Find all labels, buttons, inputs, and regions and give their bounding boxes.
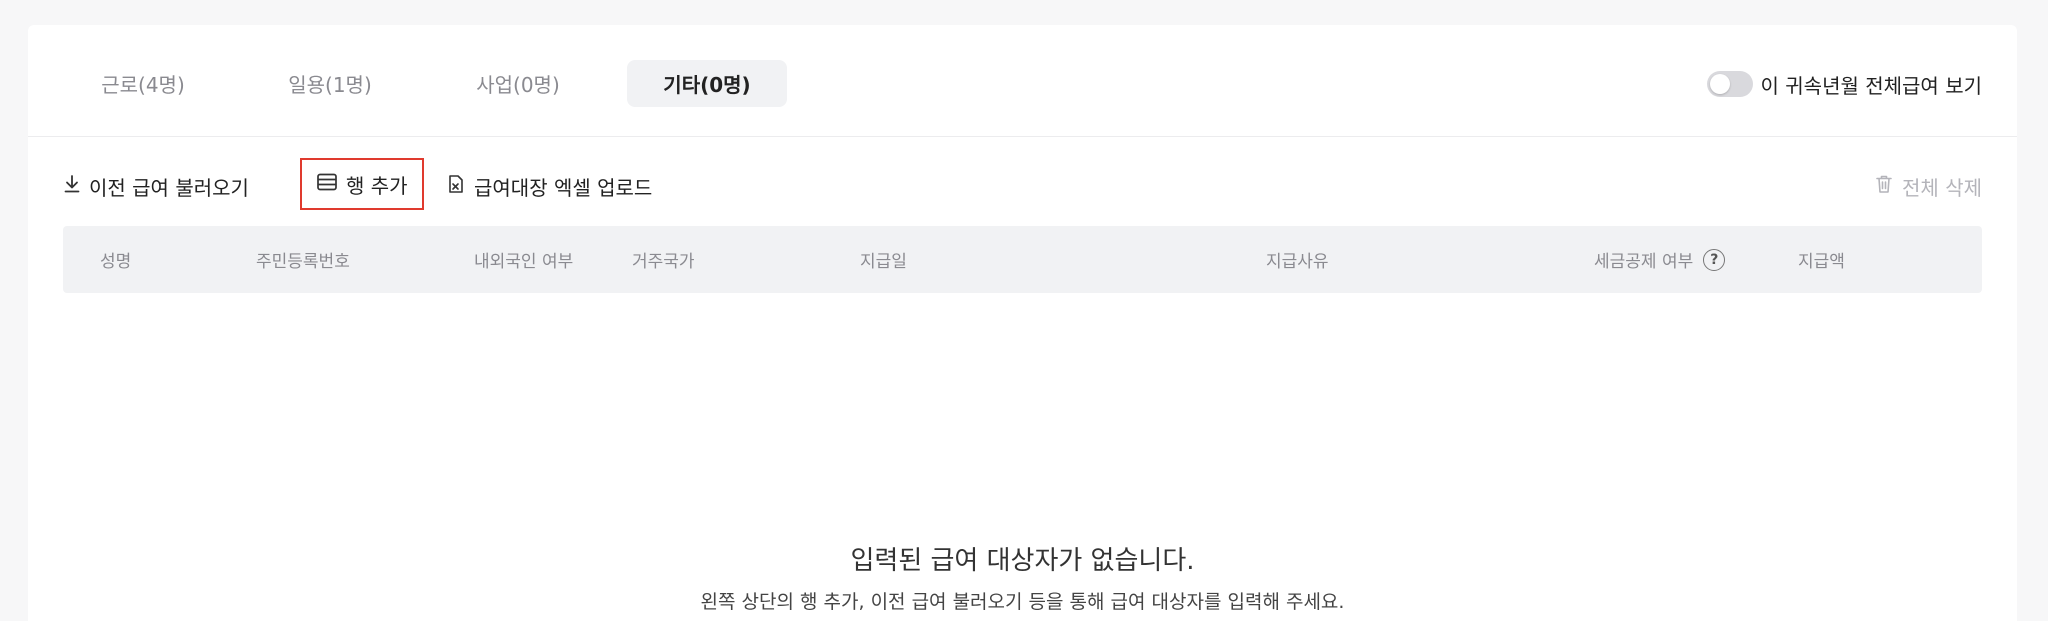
excel-upload-button[interactable]: 급여대장 엑셀 업로드	[446, 166, 652, 206]
employment-type-tabs: 근로(4명) 일용(1명) 사업(0명) 기타(0명) 이 귀속년월 전체급여 …	[28, 25, 2017, 137]
column-header-tax-deduction: 세금공제 여부 ?	[1594, 226, 1726, 293]
show-all-payroll-toggle-group: 이 귀속년월 전체급여 보기	[1706, 67, 1982, 101]
column-header-name: 성명	[100, 252, 132, 272]
column-header-residence-country: 거주국가	[632, 252, 695, 272]
excel-file-icon	[446, 173, 466, 200]
column-header-amount: 지급액	[1798, 252, 1845, 272]
empty-state-subtitle: 왼쪽 상단의 행 추가, 이전 급여 불러오기 등을 통해 급여 대상자를 입력…	[700, 591, 1345, 613]
tab-labor[interactable]: 근로(4명)	[63, 60, 223, 107]
toggle-knob	[1709, 74, 1730, 94]
help-circle-icon[interactable]: ?	[1703, 248, 1726, 271]
download-icon	[63, 174, 81, 199]
table-rows-icon	[316, 172, 338, 197]
show-all-payroll-label: 이 귀속년월 전체급여 보기	[1760, 73, 1982, 98]
column-header-payment-date: 지급일	[860, 252, 907, 272]
add-row-label: 행 추가	[346, 173, 408, 198]
delete-all-button[interactable]: 전체 삭제	[1874, 166, 1982, 206]
column-header-domestic-foreign: 내외국인 여부	[474, 252, 574, 272]
excel-upload-label: 급여대장 엑셀 업로드	[474, 175, 653, 200]
show-all-payroll-toggle[interactable]	[1706, 71, 1753, 97]
tax-deduction-label: 세금공제 여부	[1594, 252, 1694, 272]
column-header-resident-number: 주민등록번호	[256, 252, 350, 272]
column-header-payment-reason: 지급사유	[1266, 252, 1329, 272]
tab-business[interactable]: 사업(0명)	[438, 60, 598, 107]
payroll-card: 근로(4명) 일용(1명) 사업(0명) 기타(0명) 이 귀속년월 전체급여 …	[28, 25, 2017, 621]
tab-other[interactable]: 기타(0명)	[627, 60, 787, 107]
trash-icon	[1874, 173, 1894, 200]
load-previous-payroll-button[interactable]: 이전 급여 불러오기	[63, 166, 249, 206]
tab-daily[interactable]: 일용(1명)	[250, 60, 410, 107]
delete-all-label: 전체 삭제	[1902, 175, 1982, 200]
toolbar: 이전 급여 불러오기 행 추가 급여대장 엑셀 업로드 전체 삭제	[63, 158, 1982, 210]
load-previous-payroll-label: 이전 급여 불러오기	[89, 175, 249, 200]
empty-state-title: 입력된 급여 대상자가 없습니다.	[850, 546, 1195, 576]
add-row-button[interactable]: 행 추가	[300, 158, 424, 210]
table-header: 성명 주민등록번호 내외국인 여부 거주국가 지급일 지급사유 세금공제 여부 …	[63, 226, 1982, 293]
